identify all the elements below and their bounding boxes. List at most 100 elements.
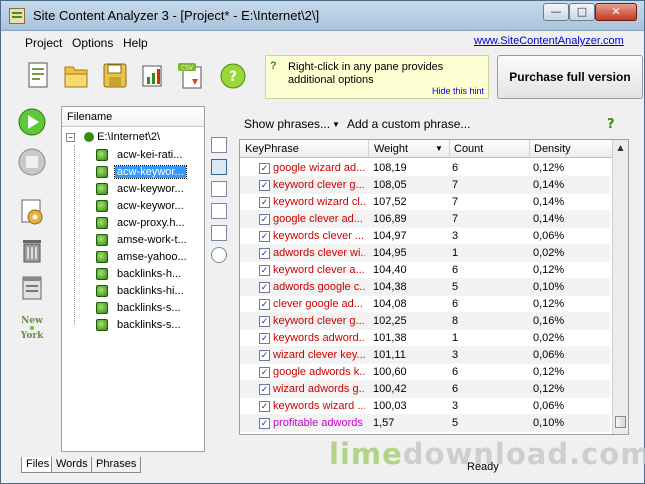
status-bar: Ready: [1, 457, 644, 483]
table-row[interactable]: ✓ google wizard ad... 108,19 6 0,12%: [240, 160, 610, 177]
row-checkbox[interactable]: ✓: [259, 265, 270, 276]
row-checkbox[interactable]: ✓: [259, 197, 270, 208]
weight-cell: 100,42: [373, 383, 407, 395]
row-checkbox[interactable]: ✓: [259, 367, 270, 378]
open-folder-icon[interactable]: [63, 61, 91, 91]
file-item[interactable]: acw-kei-rati...: [90, 147, 204, 164]
maximize-button[interactable]: □: [569, 3, 595, 21]
col-weight[interactable]: Weight: [374, 143, 408, 155]
row-checkbox[interactable]: ✓: [259, 248, 270, 259]
new-project-icon[interactable]: [25, 61, 53, 91]
stop-icon[interactable]: [17, 147, 47, 177]
scroll-thumb[interactable]: [615, 416, 626, 428]
close-button[interactable]: ✕: [595, 3, 637, 21]
table-row[interactable]: ✓ keyword clever g... 102,25 8 0,16%: [240, 313, 610, 330]
image-icon[interactable]: [211, 203, 227, 219]
file-item[interactable]: backlinks-s...: [90, 300, 204, 317]
menu-project[interactable]: Project: [25, 36, 62, 50]
table-row[interactable]: ✓ keywords wizard ... 100,03 3 0,06%: [240, 398, 610, 415]
new-york-icon[interactable]: New York: [17, 311, 47, 343]
split-view-icon[interactable]: [211, 137, 227, 153]
keyphrase-cell: wizard clever key...: [273, 349, 365, 361]
row-checkbox[interactable]: ✓: [259, 384, 270, 395]
chart-icon[interactable]: [211, 225, 227, 241]
comment-icon[interactable]: [211, 247, 227, 263]
minimize-button[interactable]: —: [543, 3, 569, 21]
export-csv-icon[interactable]: CSV: [177, 61, 205, 91]
add-custom-phrase-button[interactable]: Add a custom phrase...: [347, 117, 470, 131]
vertical-scrollbar[interactable]: ▲: [612, 140, 628, 434]
table-row[interactable]: ✓ keyword clever g... 108,05 7 0,14%: [240, 177, 610, 194]
keyphrase-cell: keyword clever g...: [273, 315, 365, 327]
table-row[interactable]: ✓ keywords clever ... 104,97 3 0,06%: [240, 228, 610, 245]
table-row[interactable]: ✓ keyword clever a... 104,40 6 0,12%: [240, 262, 610, 279]
purchase-button[interactable]: Purchase full version: [497, 55, 643, 99]
phrases-help-icon[interactable]: ?: [607, 117, 615, 132]
database-icon[interactable]: [211, 181, 227, 197]
trash-icon[interactable]: [17, 235, 47, 265]
hide-hint-link[interactable]: Hide this hint: [432, 86, 484, 96]
file-item[interactable]: backlinks-s...: [90, 317, 204, 334]
file-item[interactable]: amse-yahoo...: [90, 249, 204, 266]
menu-help[interactable]: Help: [123, 36, 148, 50]
row-checkbox[interactable]: ✓: [259, 350, 270, 361]
table-row[interactable]: ✓ google adwords k... 100,60 6 0,12%: [240, 364, 610, 381]
table-row[interactable]: ✓ adwords google c... 104,38 5 0,10%: [240, 279, 610, 296]
row-checkbox[interactable]: ✓: [259, 163, 270, 174]
file-item-selected[interactable]: acw-keywor...: [90, 164, 204, 181]
table-row[interactable]: ✓ keywords adword... 101,38 1 0,02%: [240, 330, 610, 347]
show-phrases-dropdown[interactable]: Show phrases...: [244, 117, 330, 131]
col-count[interactable]: Count: [454, 143, 483, 155]
website-link[interactable]: www.SiteContentAnalyzer.com: [474, 35, 624, 47]
list-icon[interactable]: [17, 273, 47, 303]
filename-header[interactable]: Filename: [62, 107, 204, 127]
row-checkbox[interactable]: ✓: [259, 299, 270, 310]
book-view-icon[interactable]: [211, 159, 227, 175]
html-file-icon: [96, 268, 108, 280]
col-keyphrase[interactable]: KeyPhrase: [245, 143, 299, 155]
menu-options[interactable]: Options: [72, 36, 113, 50]
file-item[interactable]: acw-proxy.h...: [90, 215, 204, 232]
weight-cell: 104,97: [373, 230, 407, 242]
keyphrase-cell: clever google ad...: [273, 298, 363, 310]
settings-icon[interactable]: [17, 197, 47, 227]
row-checkbox[interactable]: ✓: [259, 214, 270, 225]
row-checkbox[interactable]: ✓: [259, 282, 270, 293]
file-item[interactable]: acw-keywor...: [90, 181, 204, 198]
table-row[interactable]: ✓ wizard adwords g... 100,42 6 0,12%: [240, 381, 610, 398]
table-row[interactable]: ✓ keyword wizard cl... 107,52 7 0,14%: [240, 194, 610, 211]
table-row[interactable]: ✓ wizard clever key... 101,11 3 0,06%: [240, 347, 610, 364]
file-item[interactable]: backlinks-hi...: [90, 283, 204, 300]
chevron-down-icon[interactable]: ▼: [332, 120, 340, 129]
file-item[interactable]: acw-keywor...: [90, 198, 204, 215]
row-checkbox[interactable]: ✓: [259, 180, 270, 191]
file-item[interactable]: amse-work-t...: [90, 232, 204, 249]
table-row[interactable]: ✓ profitable adwords 1,57 5 0,10%: [240, 415, 610, 432]
file-item[interactable]: backlinks-h...: [90, 266, 204, 283]
table-row[interactable]: ✓ clever google ad... 104,08 6 0,12%: [240, 296, 610, 313]
table-row[interactable]: ✓ google clever ad... 106,89 7 0,14%: [240, 211, 610, 228]
app-icon: [9, 8, 25, 24]
density-cell: 0,02%: [533, 247, 565, 259]
row-checkbox[interactable]: ✓: [259, 316, 270, 327]
row-checkbox[interactable]: ✓: [259, 401, 270, 412]
count-cell: 3: [452, 230, 459, 242]
table-row[interactable]: ✓ adwords clever wi... 104,95 1 0,02%: [240, 245, 610, 262]
reports-icon[interactable]: [139, 61, 167, 91]
save-icon[interactable]: [101, 61, 129, 91]
html-file-icon: [96, 200, 108, 212]
help-icon[interactable]: ?: [219, 61, 247, 91]
keyphrase-cell: google clever ad...: [273, 213, 363, 225]
collapse-icon[interactable]: −: [66, 132, 75, 142]
row-checkbox[interactable]: ✓: [259, 333, 270, 344]
col-density[interactable]: Density: [534, 143, 571, 155]
play-icon[interactable]: [17, 107, 47, 137]
keyphrase-cell: google adwords k...: [273, 366, 365, 378]
root-path: E:\Internet\2\: [97, 131, 161, 143]
status-text: Ready: [467, 461, 499, 473]
scroll-up-icon[interactable]: ▲: [613, 140, 628, 155]
row-checkbox[interactable]: ✓: [259, 418, 270, 429]
weight-cell: 106,89: [373, 213, 407, 225]
tree-root[interactable]: − E:\Internet\2\: [66, 131, 160, 145]
row-checkbox[interactable]: ✓: [259, 231, 270, 242]
